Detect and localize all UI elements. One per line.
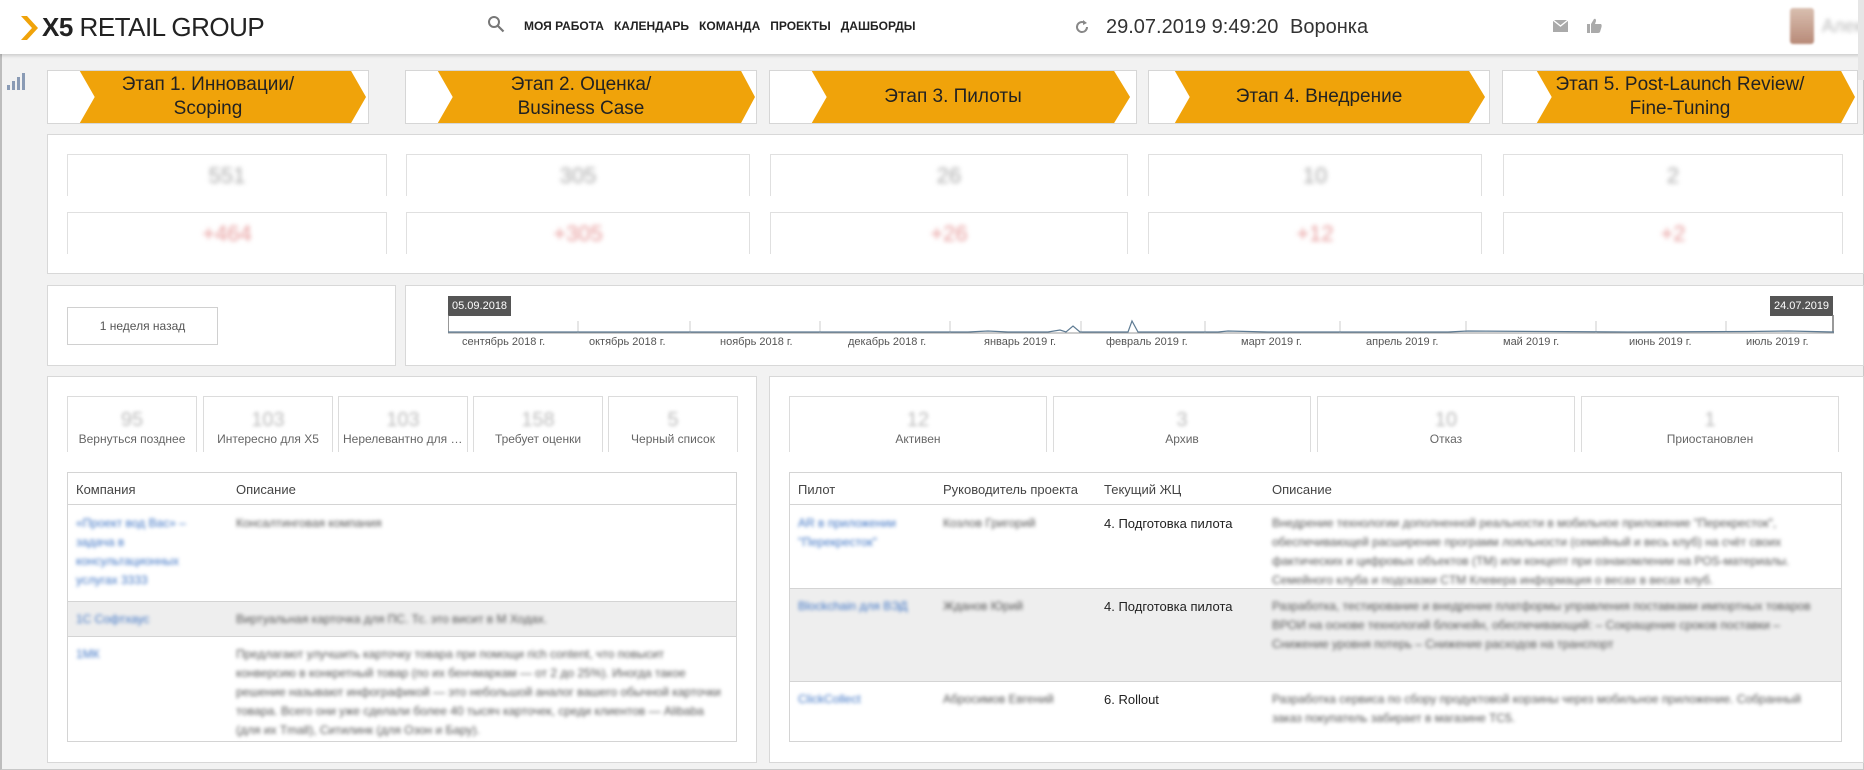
refresh-icon[interactable]: [1074, 19, 1090, 35]
pilot-manager: Жданов Юрий: [943, 599, 1023, 613]
status-tile-blacklist[interactable]: 5 Черный список: [608, 396, 738, 452]
x5-logo[interactable]: X5 RETAIL GROUP: [20, 12, 265, 43]
stage-5-card[interactable]: Этап 5. Post-Launch Review/Fine-Tuning: [1502, 70, 1858, 124]
stage-3-total: 26: [770, 154, 1128, 196]
main-nav: МОЯ РАБОТА КАЛЕНДАРЬ КОМАНДА ПРОЕКТЫ ДАШ…: [524, 19, 916, 33]
stage-2-label: Этап 2. Оценка/Business Case: [510, 74, 652, 119]
page-title: Воронка: [1290, 16, 1369, 38]
company-description: Консалтинговая компания: [236, 516, 382, 530]
pilot-status-paused[interactable]: 1 Приостановлен: [1581, 396, 1839, 452]
status-tile-needs-review[interactable]: 158 Требует оценки: [473, 396, 603, 452]
companies-table: Компания Описание «Проект вод Вас» – зад…: [67, 472, 737, 742]
timeline-month-label: февраль 2019 г.: [1106, 336, 1188, 348]
stage-5-delta: +2: [1503, 212, 1843, 254]
timeline-month-label: ноябрь 2018 г.: [720, 336, 793, 348]
nav-my-work[interactable]: МОЯ РАБОТА: [524, 19, 604, 33]
timeline-month-label: июль 2019 г.: [1746, 336, 1809, 348]
stage-3-card[interactable]: Этап 3. Пилоты: [769, 70, 1137, 124]
company-description: Виртуальная карточка для ПС. Тс. это вис…: [236, 612, 548, 626]
stage-2-card[interactable]: Этап 2. Оценка/Business Case: [405, 70, 757, 124]
nav-team[interactable]: КОМАНДА: [699, 19, 760, 33]
timeline-month-label: октябрь 2018 г.: [589, 336, 666, 348]
timeline-month-label: май 2019 г.: [1503, 336, 1560, 348]
stage-2-total: 305: [406, 154, 750, 196]
timeline-range-slider[interactable]: [448, 312, 1834, 334]
stage-2-delta: +305: [406, 212, 750, 254]
pilot-link[interactable]: ClickCollect: [798, 690, 928, 709]
pilot-link[interactable]: Blockchain для ВЭД: [798, 597, 928, 616]
table-row[interactable]: «Проект вод Вас» – задача в консультацио…: [68, 506, 736, 602]
pilot-description: Внедрение технологии дополненной реально…: [1272, 516, 1790, 587]
company-description: Предлагают улучшить карточку товара при …: [236, 647, 721, 737]
column-header-company[interactable]: Компания: [76, 482, 136, 497]
pilot-stage: 6. Rollout: [1104, 692, 1159, 707]
pilot-manager: Абросимов Евгений: [943, 692, 1054, 706]
logo-text: X5 RETAIL GROUP: [42, 12, 265, 42]
pilot-description: Разработка, тестирование и внедрение пла…: [1272, 599, 1811, 651]
user-name[interactable]: Алек: [1822, 16, 1862, 37]
pilots-table: Пилот Руководитель проекта Текущий ЖЦ Оп…: [789, 472, 1842, 742]
status-tile-later[interactable]: 95 Вернуться позднее: [67, 396, 197, 452]
stage-4-delta: +12: [1148, 212, 1482, 254]
column-header-pilot[interactable]: Пилот: [798, 482, 835, 497]
pilot-status-active[interactable]: 12 Активен: [789, 396, 1047, 452]
pilot-status-archive[interactable]: 3 Архив: [1053, 396, 1311, 452]
column-header-description[interactable]: Описание: [236, 482, 296, 497]
like-icon[interactable]: [1587, 18, 1602, 33]
chart-bars-icon[interactable]: [6, 72, 26, 90]
stage-1-delta: +464: [67, 212, 387, 254]
stage-3-delta: +26: [770, 212, 1128, 254]
pilot-stage: 4. Подготовка пилота: [1104, 516, 1233, 531]
stage-3-label: Этап 3. Пилоты: [884, 86, 1022, 107]
search-icon[interactable]: [487, 15, 505, 33]
company-link[interactable]: 1С Софтхаус: [76, 610, 216, 629]
pilot-description: Разработка сервиса по сбору продуктовой …: [1272, 692, 1801, 725]
status-tile-interesting[interactable]: 103 Интересно для X5: [203, 396, 333, 452]
table-row[interactable]: 1С Софтхаус Виртуальная карточка для ПС.…: [68, 602, 736, 637]
company-link[interactable]: 1МК: [76, 645, 216, 664]
stage-1-card[interactable]: Этап 1. Инновации/Scoping: [47, 70, 369, 124]
mail-icon[interactable]: [1553, 20, 1568, 32]
stage-1-label: Этап 1. Инновации/Scoping: [121, 74, 295, 119]
period-selector[interactable]: 1 неделя назад: [67, 307, 218, 345]
stage-5-label: Этап 5. Post-Launch Review/Fine-Tuning: [1555, 74, 1805, 119]
timeline-month-label: март 2019 г.: [1241, 336, 1302, 348]
current-datetime: 29.07.2019 9:49:20: [1106, 16, 1279, 38]
timeline-month-label: сентябрь 2018 г.: [462, 336, 546, 348]
timeline-month-label: январь 2019 г.: [984, 336, 1057, 348]
header-scrollbar[interactable]: [1858, 0, 1864, 80]
company-link[interactable]: «Проект вод Вас» – задача в консультацио…: [76, 514, 216, 590]
stage-1-total: 551: [67, 154, 387, 196]
stage-5-total: 2: [1503, 154, 1843, 196]
timeline-month-label: апрель 2019 г.: [1366, 336, 1439, 348]
timeline-month-label: декабрь 2018 г.: [848, 336, 927, 348]
nav-projects[interactable]: ПРОЕКТЫ: [770, 19, 831, 33]
nav-dashboards[interactable]: ДАШБОРДЫ: [841, 19, 916, 33]
column-header-manager[interactable]: Руководитель проекта: [943, 482, 1078, 497]
table-row[interactable]: AR в приложении "Перекресток" Козлов Гри…: [790, 506, 1841, 589]
user-avatar[interactable]: [1790, 8, 1814, 44]
logo-chevron-icon: [21, 15, 38, 40]
table-row[interactable]: Blockchain для ВЭД Жданов Юрий 4. Подгот…: [790, 589, 1841, 682]
column-header-description[interactable]: Описание: [1272, 482, 1332, 497]
table-row[interactable]: 1МК Предлагают улучшить карточку товара …: [68, 637, 736, 741]
table-header: Пилот Руководитель проекта Текущий ЖЦ Оп…: [790, 473, 1841, 505]
column-header-stage[interactable]: Текущий ЖЦ: [1104, 482, 1181, 497]
table-header: Компания Описание: [68, 473, 736, 505]
pilot-status-rejected[interactable]: 10 Отказ: [1317, 396, 1575, 452]
stage-4-total: 10: [1148, 154, 1482, 196]
pilot-manager: Козлов Григорий: [943, 516, 1036, 530]
timeline-month-label: июнь 2019 г.: [1629, 336, 1692, 348]
nav-calendar[interactable]: КАЛЕНДАРЬ: [614, 19, 689, 33]
top-header: X5 RETAIL GROUP МОЯ РАБОТА КАЛЕНДАРЬ КОМ…: [0, 0, 1864, 54]
stage-4-label: Этап 4. Внедрение: [1235, 86, 1403, 107]
table-row[interactable]: ClickCollect Абросимов Евгений 6. Rollou…: [790, 682, 1841, 741]
stage-4-card[interactable]: Этап 4. Внедрение: [1148, 70, 1490, 124]
pilot-stage: 4. Подготовка пилота: [1104, 599, 1233, 614]
pilot-link[interactable]: AR в приложении "Перекресток": [798, 514, 928, 552]
status-tile-irrelevant[interactable]: 103 Нерелевантно для X5: [338, 396, 468, 452]
